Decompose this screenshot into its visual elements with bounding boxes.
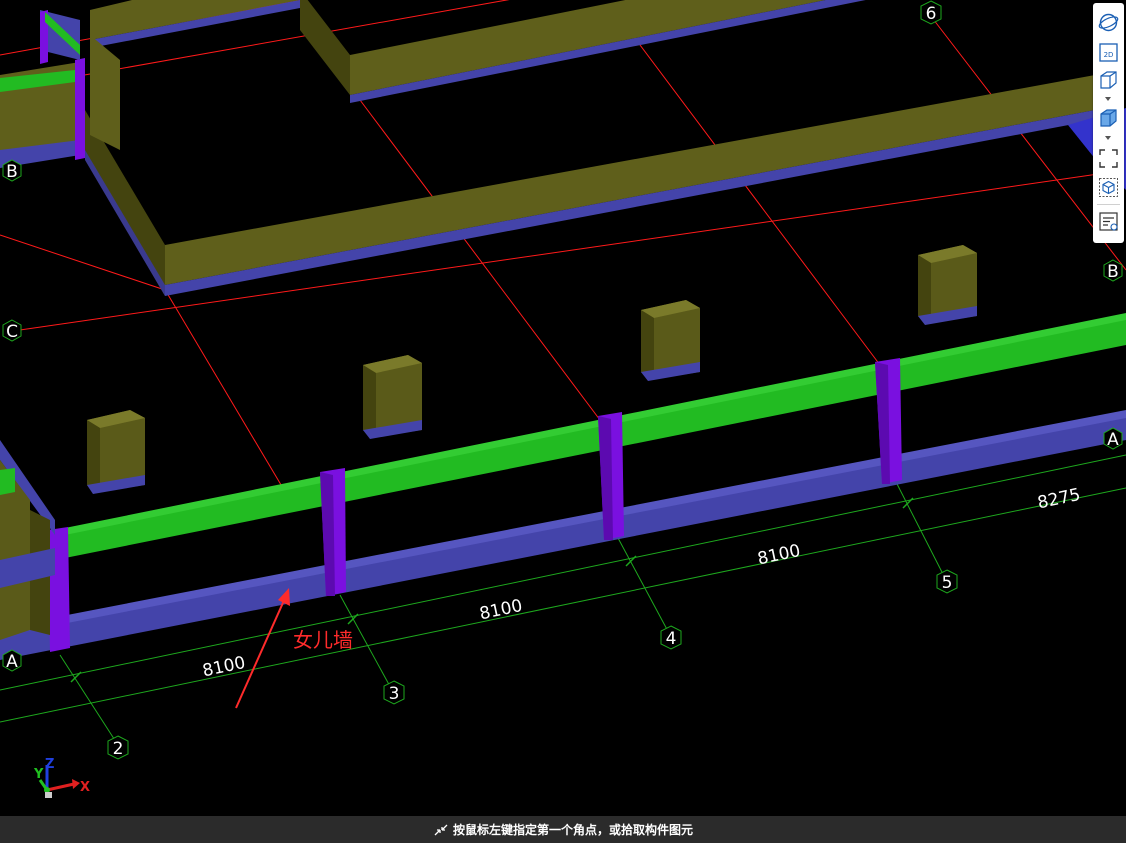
beam[interactable]	[0, 468, 15, 495]
column[interactable]	[48, 527, 70, 652]
shaded-cube-dropdown-icon[interactable]	[1105, 136, 1111, 140]
selection-cube-button[interactable]	[1097, 176, 1120, 199]
dim-ext-4	[617, 537, 671, 636]
svg-text:B: B	[6, 162, 18, 182]
selection-cube-icon	[1099, 178, 1118, 197]
dim-ext-5	[894, 479, 947, 581]
axis-bubble-2: 2	[107, 735, 129, 760]
svg-text:4: 4	[666, 629, 677, 649]
zoom-extents-icon	[1099, 149, 1118, 168]
annotation-text: 女儿墙	[293, 628, 353, 652]
axis-bubble-b-left: B	[2, 159, 22, 182]
view-toolbar: 2D	[1093, 3, 1124, 243]
svg-text:B: B	[1107, 262, 1119, 282]
dimension-4-5: 8100	[756, 541, 802, 570]
svg-text:C: C	[6, 322, 18, 342]
wall-face[interactable]	[90, 35, 120, 150]
dim-line-1	[0, 454, 1126, 691]
axis-bubble-4: 4	[660, 625, 682, 650]
svg-text:A: A	[6, 652, 18, 672]
roof-box[interactable]	[87, 410, 145, 494]
view-cube-dropdown-icon[interactable]	[1105, 97, 1111, 101]
svg-text:2D: 2D	[1104, 51, 1114, 59]
shaded-cube-button[interactable]	[1097, 107, 1120, 130]
model-scene[interactable]: C B B A A 2 3 4 5 6 8100 8100 8100 8275 …	[0, 0, 1126, 816]
axis-bubble-3: 3	[383, 680, 405, 705]
roof-box[interactable]	[641, 300, 700, 381]
dimension-2-3: 8100	[201, 653, 247, 682]
x-axis-label: X	[80, 780, 90, 795]
axis-bubble-6: 6	[920, 0, 942, 25]
dim-ext-2	[59, 654, 119, 746]
coordinate-axes: X Y Z	[33, 757, 90, 798]
axis-bubble-b-right: B	[1103, 259, 1123, 282]
roof-box[interactable]	[363, 355, 422, 439]
column[interactable]	[75, 58, 85, 160]
orbit-button[interactable]	[1097, 11, 1120, 34]
properties-button[interactable]	[1097, 210, 1120, 233]
toolbar-divider	[1097, 204, 1120, 205]
2d-view-icon: 2D	[1099, 43, 1118, 62]
roof-box[interactable]	[918, 245, 977, 325]
view-cube-icon	[1100, 71, 1117, 89]
shaded-cube-icon	[1100, 109, 1117, 127]
parapet-wall[interactable]	[0, 313, 1126, 660]
svg-text:5: 5	[942, 573, 953, 593]
y-axis-label: Y	[33, 767, 44, 782]
orbit-sphere-icon	[1098, 13, 1119, 32]
zoom-extents-button[interactable]	[1097, 147, 1120, 170]
dim-tick	[347, 613, 359, 625]
dimension-3-4: 8100	[478, 596, 524, 625]
svg-text:2: 2	[113, 739, 124, 759]
dim-tick	[625, 555, 637, 567]
wall-face[interactable]	[300, 0, 350, 95]
pick-cursor-icon	[434, 824, 448, 835]
svg-text:3: 3	[389, 684, 400, 704]
annotation-arrow-line	[235, 595, 287, 709]
svg-text:6: 6	[926, 4, 937, 24]
axis-bubble-c: C	[2, 319, 22, 342]
axis-bubble-5: 5	[936, 569, 958, 594]
x-axis	[46, 782, 75, 792]
view-cube-button[interactable]	[1097, 69, 1120, 92]
parapet-coping-top[interactable]	[55, 313, 1126, 537]
svg-text:A: A	[1107, 430, 1119, 450]
3d-viewport[interactable]: C B B A A 2 3 4 5 6 8100 8100 8100 8275 …	[0, 0, 1126, 816]
wall-face[interactable]	[350, 0, 1126, 95]
z-axis-label: Z	[45, 757, 54, 772]
status-message: 按鼠标左键指定第一个角点，或拾取构件图元	[452, 823, 693, 837]
axis-bubble-a-right: A	[1103, 427, 1123, 450]
properties-list-icon	[1099, 212, 1118, 231]
dimension-5-6: 8275	[1036, 485, 1082, 514]
wall-base[interactable]	[85, 150, 165, 296]
axis-bubble-a-left: A	[2, 649, 22, 672]
2d-view-button[interactable]: 2D	[1097, 41, 1120, 64]
status-bar: 按鼠标左键指定第一个角点，或拾取构件图元	[0, 816, 1126, 843]
